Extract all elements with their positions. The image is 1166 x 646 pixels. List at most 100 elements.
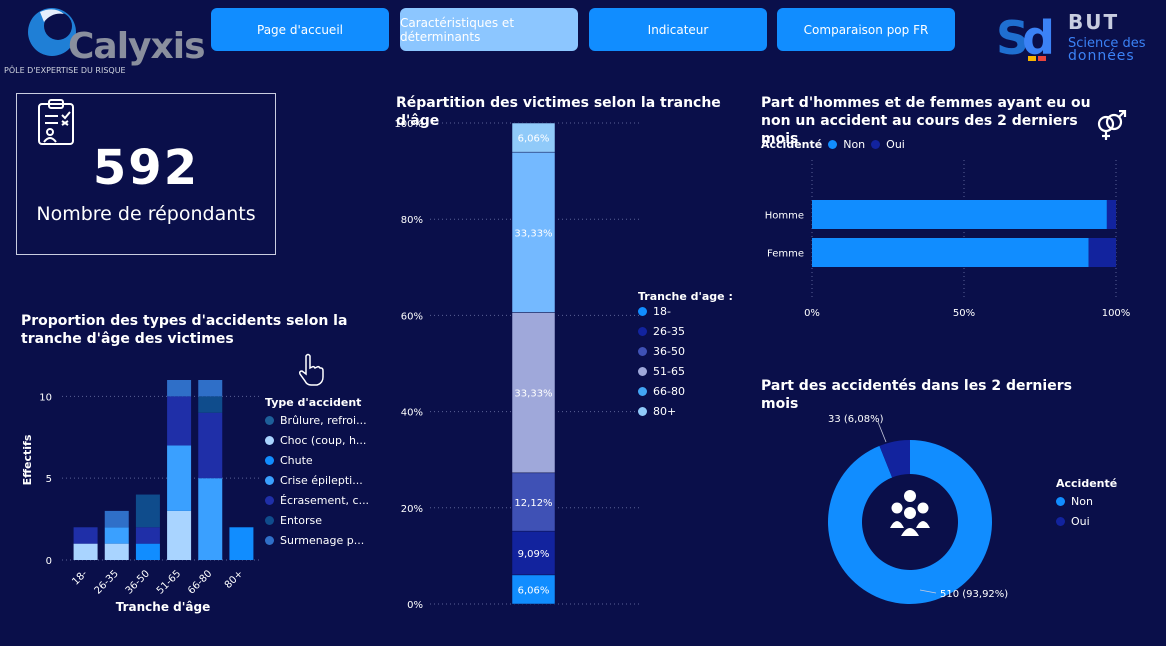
nav-characteristics-button[interactable]: Caractéristiques et déterminants: [400, 8, 578, 51]
segment-label: 6,06%: [518, 585, 550, 596]
bar-segment[interactable]: [812, 200, 1107, 229]
legend-label: 18-: [653, 305, 671, 318]
legend-item[interactable]: Brûlure, refroi...: [265, 414, 375, 427]
bar-segment[interactable]: [73, 543, 98, 560]
legend-item[interactable]: Écrasement, c...: [265, 494, 375, 507]
legend-item[interactable]: Oui: [1056, 515, 1136, 528]
accident-types-chart: Effectifs Tranche d'âge 0 5 10 18- 26-35 36-5…: [21, 380, 259, 614]
bar-segment[interactable]: [167, 380, 192, 397]
bar-segment[interactable]: [198, 412, 223, 479]
legend-item[interactable]: 18-: [638, 305, 728, 318]
legend-label: 26-35: [653, 325, 685, 338]
legend-item[interactable]: Entorse: [265, 514, 375, 527]
slice-label-non: 510 (93,92%): [940, 589, 1008, 600]
bar-segment[interactable]: [104, 510, 129, 528]
bar-segment[interactable]: [167, 445, 192, 511]
x-tick-label: 100%: [1102, 308, 1131, 319]
bar-segment[interactable]: [104, 543, 129, 560]
bar-segment[interactable]: [73, 527, 98, 544]
bar-segment[interactable]: [198, 478, 223, 560]
nav-indicator-button[interactable]: Indicateur: [589, 8, 767, 51]
legend-item[interactable]: 80+: [638, 405, 728, 418]
pointer-hand-icon[interactable]: [298, 352, 324, 386]
legend-dot: [638, 367, 647, 376]
segment-label: 9,09%: [518, 549, 550, 560]
legend-item[interactable]: Chute: [265, 454, 375, 467]
legend-item[interactable]: Surmenage p...: [265, 534, 375, 547]
legend-label: 66-80: [653, 385, 685, 398]
legend-dot: [265, 536, 274, 545]
legend-item[interactable]: 51-65: [638, 365, 728, 378]
chart4-legend: Non Oui: [1056, 495, 1136, 535]
legend-item[interactable]: Crise épilepti...: [265, 474, 375, 487]
y-tick-label: 20%: [401, 504, 423, 515]
y-tick-label: 60%: [401, 311, 423, 322]
nav-comparison-button[interactable]: Comparaison pop FR: [777, 8, 955, 51]
legend-label: Non: [1071, 495, 1093, 508]
calyxis-brand: Calyxis: [68, 26, 206, 67]
bar-segment[interactable]: [198, 380, 223, 397]
bar-segment[interactable]: [167, 396, 192, 446]
chart4-legend-title: Accidenté: [1056, 477, 1118, 490]
legend-dot-oui: [871, 140, 881, 149]
x-tick-label: 50%: [953, 308, 975, 319]
chart1-xlabel: Tranche d'âge: [116, 600, 211, 614]
legend-item[interactable]: 26-35: [638, 325, 728, 338]
bar-segment[interactable]: [104, 527, 129, 544]
legend-dot: [638, 307, 647, 316]
people-group-icon: [890, 490, 930, 536]
legend-label-non: Non: [843, 138, 866, 151]
segment-label: 6,06%: [518, 134, 550, 145]
legend-item[interactable]: 66-80: [638, 385, 728, 398]
gender-symbols-icon: [1097, 110, 1127, 140]
chart1-legend: Brûlure, refroi... Choc (coup, h... Chute C…: [265, 414, 375, 554]
bar-segment[interactable]: [135, 527, 160, 544]
chart2-legend-title: Tranche d'age :: [638, 290, 733, 303]
y-tick-label: 10: [39, 392, 52, 403]
bar-segment[interactable]: [1088, 238, 1116, 267]
legend-dot: [265, 416, 274, 425]
bar-segment[interactable]: [135, 494, 160, 528]
legend-dot: [265, 516, 274, 525]
respondent-count: 592: [92, 140, 200, 196]
legend-label: Chute: [280, 454, 313, 467]
legend-label: Crise épilepti...: [280, 474, 363, 487]
x-tick-label: 0%: [804, 308, 820, 319]
legend-dot: [638, 387, 647, 396]
legend-label: 36-50: [653, 345, 685, 358]
x-tick-label: 51-65: [155, 568, 183, 596]
bar-segment[interactable]: [229, 527, 254, 560]
bar-segment[interactable]: [1106, 200, 1116, 229]
legend-dot: [265, 476, 274, 485]
legend-label: Brûlure, refroi...: [280, 414, 367, 427]
segment-label: 12,12%: [514, 498, 552, 509]
legend-label: 80+: [653, 405, 677, 418]
legend-dot: [638, 347, 647, 356]
respondent-count-label: Nombre de répondants: [36, 203, 256, 225]
bar-segment[interactable]: [167, 510, 192, 560]
bar-segment[interactable]: [812, 238, 1089, 267]
legend-label: Choc (coup, h...: [280, 434, 367, 447]
bar-segment[interactable]: [198, 396, 223, 413]
legend-item[interactable]: 36-50: [638, 345, 728, 358]
gender-chart: 0% 50% 100% Homme Femme: [765, 160, 1131, 319]
segment-label: 33,33%: [514, 228, 552, 239]
legend-item[interactable]: Non: [1056, 495, 1136, 508]
y-tick-label: 0: [46, 556, 52, 567]
legend-dot-non: [828, 140, 838, 149]
bar-segment[interactable]: [135, 543, 160, 560]
accident-types-chart-title: Proportion des types d'accidents selon l…: [21, 313, 348, 347]
segment-label: 33,33%: [514, 389, 552, 400]
legend-dot: [638, 407, 647, 416]
legend-dot: [638, 327, 647, 336]
legend-item[interactable]: Choc (coup, h...: [265, 434, 375, 447]
legend-label: Surmenage p...: [280, 534, 365, 547]
chart3-legend-title: Accidenté: [761, 138, 823, 151]
legend-label: Écrasement, c...: [280, 494, 370, 507]
nav-home-button[interactable]: Page d'accueil: [211, 8, 389, 51]
x-tick-label: 18-: [70, 568, 90, 588]
chart1-legend-title: Type d'accident: [265, 396, 362, 409]
leader-line: [877, 421, 887, 443]
y-category-label: Homme: [765, 211, 804, 222]
slice-label-oui: 33 (6,08%): [828, 414, 884, 425]
